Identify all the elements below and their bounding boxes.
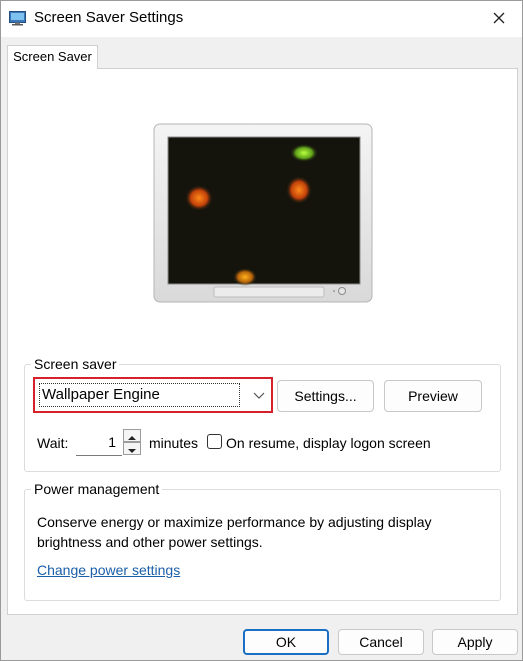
screen-saver-settings-window: Screen Saver Settings Screen Saver Scree… bbox=[0, 0, 523, 661]
screen-saver-preview-monitor bbox=[152, 122, 374, 305]
wait-minutes-spinner[interactable]: 1 bbox=[76, 428, 141, 456]
tab-panel: Screen saver Wallpaper Engine Settings..… bbox=[7, 68, 518, 615]
close-button[interactable] bbox=[476, 1, 522, 37]
spin-down-button[interactable] bbox=[123, 442, 141, 455]
title-bar: Screen Saver Settings bbox=[1, 1, 522, 37]
tab-screen-saver[interactable]: Screen Saver bbox=[7, 45, 98, 69]
minutes-label: minutes bbox=[149, 435, 199, 451]
resume-logon-checkbox[interactable] bbox=[207, 434, 222, 449]
window-title: Screen Saver Settings bbox=[34, 9, 184, 26]
close-icon bbox=[493, 11, 505, 27]
display-settings-icon bbox=[9, 10, 26, 26]
caret-down-icon bbox=[128, 441, 136, 457]
settings-button[interactable]: Settings... bbox=[277, 380, 374, 412]
chevron-down-icon bbox=[251, 387, 267, 403]
power-management-description: Conserve energy or maximize performance … bbox=[37, 514, 432, 550]
screen-saver-group: Screen saver Wallpaper Engine Settings..… bbox=[24, 356, 501, 472]
change-power-settings-link[interactable]: Change power settings bbox=[37, 562, 180, 578]
screen-saver-selected: Wallpaper Engine bbox=[39, 383, 240, 407]
ok-button[interactable]: OK bbox=[243, 629, 329, 655]
preview-button[interactable]: Preview bbox=[384, 380, 482, 412]
resume-logon-label[interactable]: On resume, display logon screen bbox=[226, 435, 431, 451]
power-management-group-label: Power management bbox=[31, 481, 163, 497]
wait-label: Wait: bbox=[37, 435, 69, 451]
apply-button[interactable]: Apply bbox=[432, 629, 518, 655]
wait-value[interactable]: 1 bbox=[76, 428, 122, 456]
screen-saver-group-label: Screen saver bbox=[31, 356, 120, 372]
screen-saver-dropdown[interactable]: Wallpaper Engine bbox=[33, 377, 273, 413]
cancel-button[interactable]: Cancel bbox=[338, 629, 424, 655]
power-management-group: Power management Conserve energy or maxi… bbox=[24, 481, 501, 601]
